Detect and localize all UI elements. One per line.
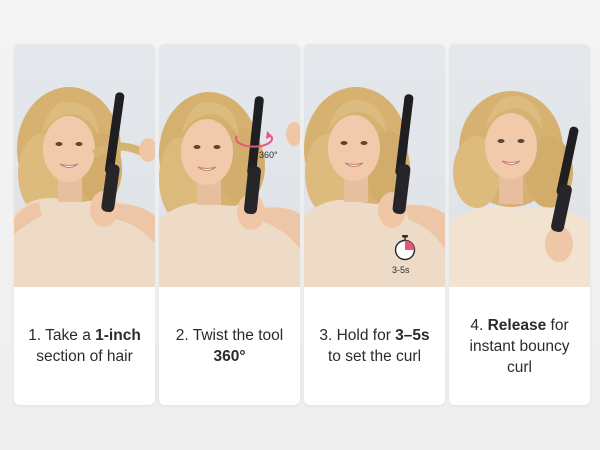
step-card-3: 3-5s 3. Hold for 3–5s to set the curl <box>304 44 445 405</box>
step-3-bold: 3–5s <box>395 327 430 344</box>
step-4-number: 4. <box>470 316 484 334</box>
step-2-text-a: Twist the tool <box>188 327 284 344</box>
step-3-text-b: to set the curl <box>327 348 422 365</box>
step-1-caption: 1. Take a 1-inch section of hair <box>14 287 155 405</box>
steps-infographic: 1. Take a 1-inch section of hair 360° 2.… <box>0 0 600 450</box>
step-4-bold: Release <box>487 316 547 334</box>
step-card-4: 4. Release for instant bouncy curl <box>449 44 590 405</box>
step-3-caption: 3. Hold for 3–5s to set the curl <box>304 287 445 405</box>
timer-label: 3-5s <box>392 265 410 275</box>
step-2-photo: 360° <box>159 44 300 287</box>
step-2-caption: 2. Twist the tool 360° <box>159 287 300 405</box>
rotation-label: 360° <box>259 150 278 160</box>
step-1-bold: 1-inch <box>95 327 141 344</box>
step-1-photo <box>14 44 155 287</box>
step-1-text-a: Take a <box>41 327 96 344</box>
step-3-text-a: Hold for <box>332 327 396 344</box>
step-3-photo: 3-5s <box>304 44 445 287</box>
step-1-text-b: section of hair <box>36 348 133 365</box>
step-card-2: 360° 2. Twist the tool 360° <box>159 44 300 405</box>
step-1-number: 1. <box>28 327 42 344</box>
step-4-caption: 4. Release for instant bouncy curl <box>449 287 590 405</box>
step-3-number: 3. <box>319 327 333 344</box>
step-4-photo <box>449 44 590 287</box>
step-2-bold: 360° <box>213 348 246 365</box>
step-card-1: 1. Take a 1-inch section of hair <box>14 44 155 405</box>
step-2-number: 2. <box>175 327 189 344</box>
